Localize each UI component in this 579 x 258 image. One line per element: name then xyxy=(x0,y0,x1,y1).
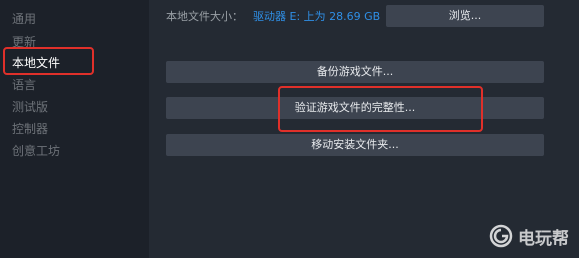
sidebar-item-language[interactable]: 语言 xyxy=(12,78,36,92)
sidebar-item-betas[interactable]: 测试版 xyxy=(12,100,48,114)
sidebar-item-controller[interactable]: 控制器 xyxy=(12,122,48,136)
sidebar-item-general[interactable]: 通用 xyxy=(12,12,36,26)
highlight-box-local-files xyxy=(3,47,94,75)
local-file-size-label: 本地文件大小： xyxy=(166,10,243,23)
steam-properties-window: 通用 更新 本地文件 语言 测试版 控制器 创意工坊 本地文件大小： 驱动器 E:… xyxy=(0,0,579,258)
watermark-text: 电玩帮 xyxy=(518,228,569,249)
local-file-size-value: 驱动器 E: 上为 28.69 GB xyxy=(253,10,381,23)
sidebar: 通用 更新 本地文件 语言 测试版 控制器 创意工坊 xyxy=(0,0,149,258)
move-install-folder-button[interactable]: 移动安装文件夹... xyxy=(166,134,544,156)
gamepad-logo-icon xyxy=(489,224,513,248)
sidebar-item-workshop[interactable]: 创意工坊 xyxy=(12,144,60,158)
watermark: 电玩帮 xyxy=(488,224,569,249)
backup-game-files-button[interactable]: 备份游戏文件... xyxy=(166,61,544,83)
browse-button[interactable]: 浏览... xyxy=(386,5,544,27)
local-file-size-row: 本地文件大小： 驱动器 E: 上为 28.69 GB xyxy=(166,10,380,24)
highlight-box-verify xyxy=(278,86,483,132)
